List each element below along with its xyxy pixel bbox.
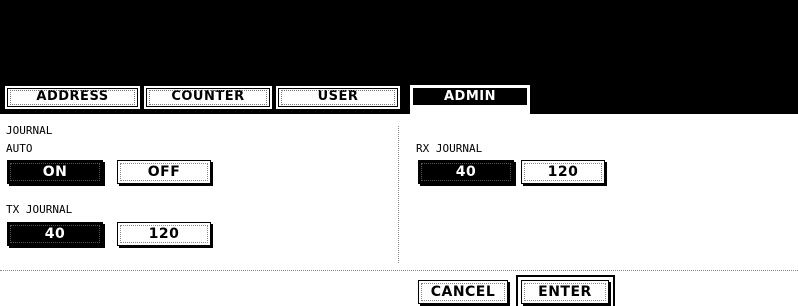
auto-off-button[interactable]: OFF — [117, 160, 211, 184]
tab-counter[interactable]: COUNTER — [144, 86, 272, 109]
section-title-journal: JOURNAL — [6, 124, 53, 137]
tab-user[interactable]: USER — [276, 86, 400, 109]
footer-divider — [0, 270, 798, 271]
tx-journal-120-button[interactable]: 120 — [117, 222, 211, 246]
rx-journal-40-button[interactable]: 40 — [418, 160, 514, 184]
rx-journal-label: RX JOURNAL — [416, 142, 483, 155]
column-divider — [398, 126, 399, 263]
tx-journal-40-button[interactable]: 40 — [7, 222, 103, 246]
auto-label: AUTO — [6, 142, 33, 155]
auto-on-button[interactable]: ON — [7, 160, 103, 184]
tab-admin[interactable]: ADMIN — [408, 85, 532, 114]
cancel-button[interactable]: CANCEL — [418, 280, 508, 304]
tab-admin-label: ADMIN — [413, 88, 527, 105]
title-bar-area — [0, 0, 798, 83]
tab-address[interactable]: ADDRESS — [5, 86, 140, 109]
enter-button[interactable]: ENTER — [521, 280, 609, 304]
rx-journal-120-button[interactable]: 120 — [521, 160, 605, 184]
tx-journal-label: TX JOURNAL — [6, 203, 73, 216]
